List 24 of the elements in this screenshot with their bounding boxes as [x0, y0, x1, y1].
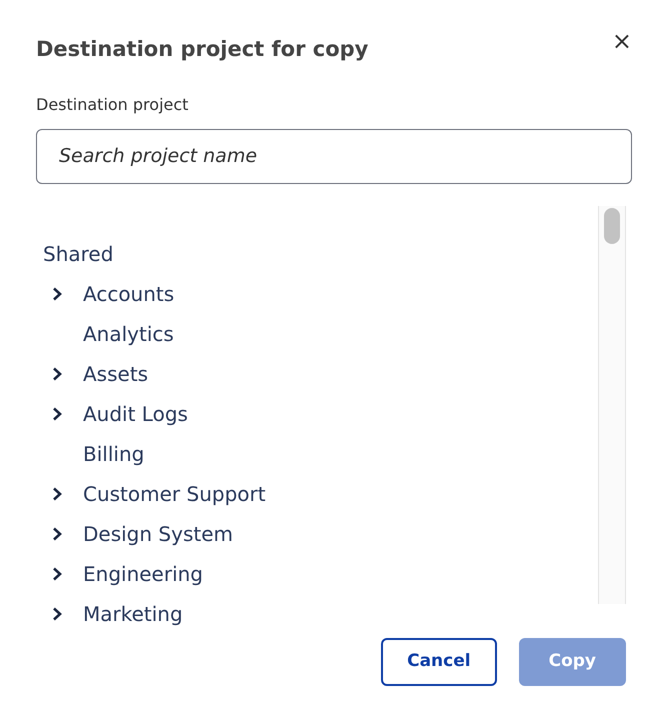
- tree-item[interactable]: Billing: [83, 438, 144, 468]
- chevron-icon[interactable]: [51, 406, 63, 420]
- search-field[interactable]: Search project name: [36, 128, 632, 184]
- tree-item[interactable]: Accounts: [83, 278, 174, 308]
- close-button[interactable]: ×: [612, 29, 632, 53]
- tree-item[interactable]: Shared: [43, 234, 598, 274]
- tree-item[interactable]: Engineering: [83, 558, 203, 588]
- chevron-icon[interactable]: [51, 486, 63, 500]
- chevron-icon[interactable]: [51, 606, 63, 620]
- chevron-icon[interactable]: [51, 526, 63, 540]
- dialog-title: Destination project for copy: [36, 36, 368, 63]
- tree-item[interactable]: Marketing: [83, 598, 183, 628]
- tree-item[interactable]: Customer Support: [83, 478, 266, 508]
- scrollbar[interactable]: [598, 206, 626, 604]
- tree-item[interactable]: Audit Logs: [83, 398, 188, 428]
- tree-item[interactable]: Analytics: [83, 318, 174, 348]
- tree-item[interactable]: Design System: [83, 518, 233, 548]
- cancel-button[interactable]: Cancel: [381, 638, 497, 686]
- tree-item[interactable]: Assets: [83, 358, 148, 388]
- scrollbar-thumb[interactable]: [604, 208, 620, 244]
- chevron-icon[interactable]: [51, 566, 63, 580]
- chevron-icon[interactable]: [51, 366, 63, 380]
- field-label: Destination project: [36, 94, 190, 116]
- chevron-icon[interactable]: [51, 286, 63, 300]
